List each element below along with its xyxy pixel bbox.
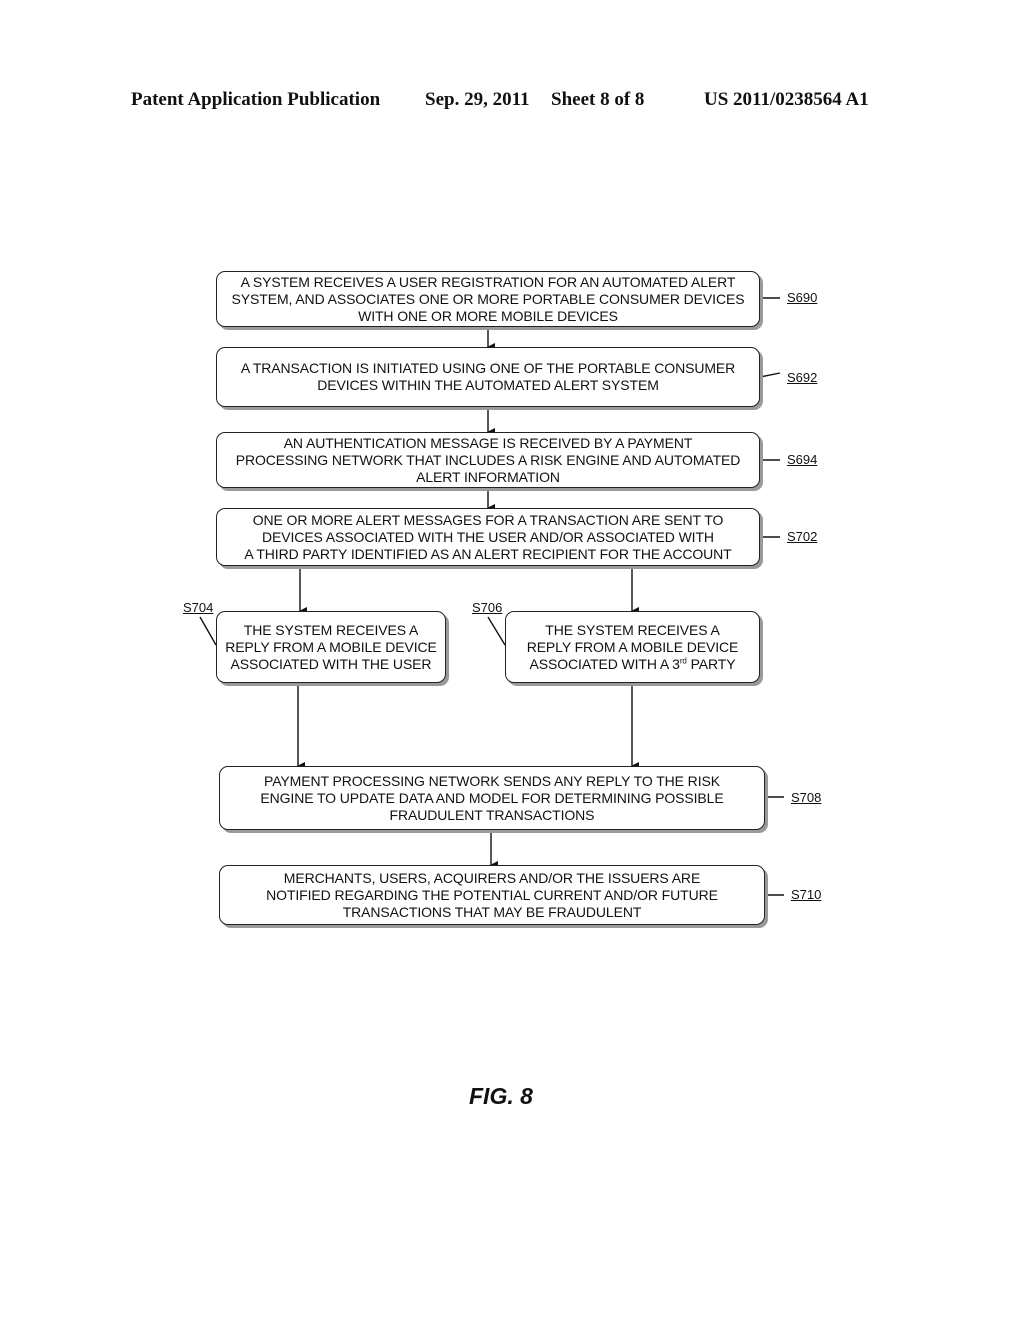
step-box-s704: THE SYSTEM RECEIVES A REPLY FROM A MOBILE… (216, 611, 446, 683)
step-ref-s704: S704 (183, 600, 214, 615)
step-box-s708: PAYMENT PROCESSING NETWORK SENDS ANY REP… (219, 766, 765, 830)
step-text: ASSOCIATED WITH THE USER (230, 655, 432, 672)
step-ref-s710: S710 (791, 887, 822, 902)
step-text: PAYMENT PROCESSING NETWORK SENDS ANY REP… (264, 772, 720, 789)
step-text: DEVICES ASSOCIATED WITH THE USER AND/OR … (262, 528, 714, 545)
step-ref-s694: S694 (787, 452, 818, 467)
step-text: TRANSACTIONS THAT MAY BE FRAUDULENT (342, 903, 642, 920)
step-box-s710: MERCHANTS, USERS, ACQUIRERS AND/OR THE I… (219, 865, 765, 925)
figure-label: FIG. 8 (469, 1083, 533, 1109)
step-text: AN AUTHENTICATION MESSAGE IS RECEIVED BY… (283, 434, 693, 451)
step-text: ONE OR MORE ALERT MESSAGES FOR A TRANSAC… (252, 511, 724, 528)
step-box-s706: THE SYSTEM RECEIVES A REPLY FROM A MOBILE… (505, 611, 760, 683)
step-ref-s692: S692 (787, 370, 818, 385)
step-text: FRAUDULENT TRANSACTIONS (389, 806, 595, 823)
step-text-part: PARTY (686, 655, 736, 672)
ordinal-suffix: rd (679, 655, 687, 665)
step-text-part: ASSOCIATED WITH A 3 (529, 655, 680, 672)
step-box-s702: ONE OR MORE ALERT MESSAGES FOR A TRANSAC… (216, 508, 760, 566)
step-box-s690: A SYSTEM RECEIVES A USER REGISTRATION FO… (216, 271, 760, 327)
step-text: REPLY FROM A MOBILE DEVICE (526, 638, 739, 655)
step-text: DEVICES WITHIN THE AUTOMATED ALERT SYSTE… (317, 377, 659, 393)
step-text: THE SYSTEM RECEIVES A (545, 621, 720, 638)
step-text: A SYSTEM RECEIVES A USER REGISTRATION FO… (240, 273, 736, 290)
step-text: A TRANSACTION IS INITIATED USING ONE OF … (240, 360, 736, 376)
step-box-s692: A TRANSACTION IS INITIATED USING ONE OF … (216, 347, 760, 407)
leader-s704 (199, 616, 217, 646)
step-ref-s690: S690 (787, 290, 818, 305)
step-ref-s702: S702 (787, 529, 818, 544)
step-text: PROCESSING NETWORK THAT INCLUDES A RISK … (235, 451, 741, 468)
step-text: MERCHANTS, USERS, ACQUIRERS AND/OR THE I… (283, 869, 701, 886)
step-text: ENGINE TO UPDATE DATA AND MODEL FOR DETE… (260, 789, 724, 806)
step-text: SYSTEM, AND ASSOCIATES ONE OR MORE PORTA… (231, 290, 745, 307)
step-box-s694: AN AUTHENTICATION MESSAGE IS RECEIVED BY… (216, 432, 760, 488)
step-ref-s708: S708 (791, 790, 822, 805)
step-text: NOTIFIED REGARDING THE POTENTIAL CURRENT… (266, 886, 718, 903)
step-text: ALERT INFORMATION (416, 468, 560, 485)
step-text: THE SYSTEM RECEIVES A (243, 621, 419, 638)
step-text: ASSOCIATED WITH A 3rd PARTY (527, 656, 739, 673)
step-text: A THIRD PARTY IDENTIFIED AS AN ALERT REC… (244, 545, 732, 562)
step-ref-s706: S706 (472, 600, 503, 615)
step-text: WITH ONE OR MORE MOBILE DEVICES (358, 307, 618, 324)
leader-s706 (487, 616, 506, 646)
leader-s692 (759, 372, 781, 378)
step-text: REPLY FROM A MOBILE DEVICE (225, 638, 437, 655)
